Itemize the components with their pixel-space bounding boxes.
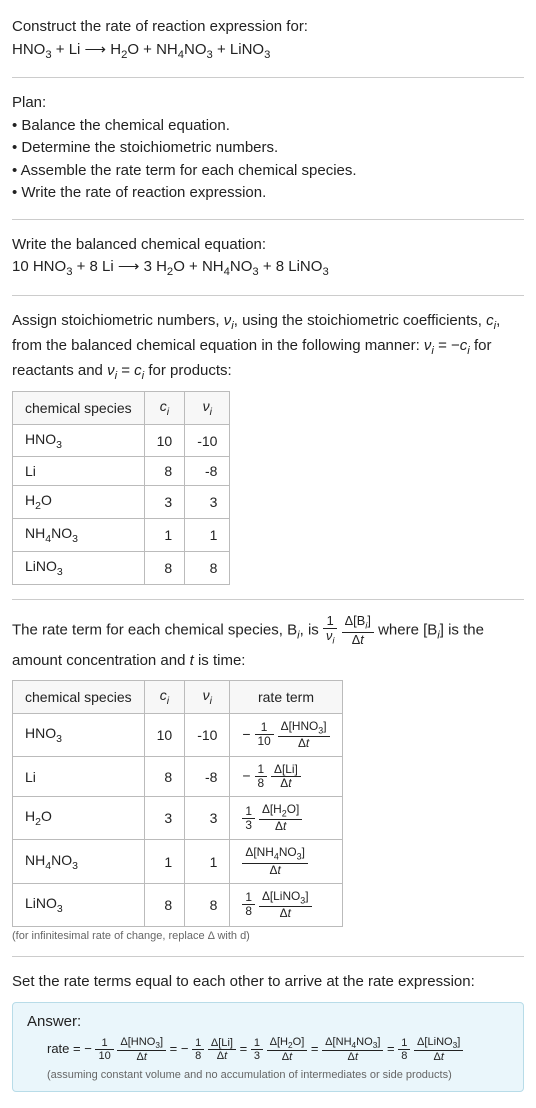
cell-species: H2O — [13, 797, 145, 840]
plan-item: • Assemble the rate term for each chemic… — [12, 160, 524, 183]
col-nu: νi — [185, 680, 230, 713]
cell-c: 10 — [144, 713, 185, 756]
divider — [12, 77, 524, 78]
balanced-equation: 10 HNO3 + 8 Li ⟶ 3 H2O + NH4NO3 + 8 LiNO… — [12, 256, 524, 281]
plan-item: • Balance the chemical equation. — [12, 115, 524, 138]
rate-prefix: rate = — [47, 1041, 84, 1056]
plan-section: Plan: • Balance the chemical equation. •… — [12, 84, 524, 213]
rate-expression: rate = − 110 Δ[HNO3]Δt = − 18 Δ[Li]Δt = … — [27, 1036, 509, 1063]
cell-species: LiNO3 — [13, 552, 145, 585]
cell-c: 1 — [144, 840, 185, 883]
cell-c: 8 — [144, 883, 185, 926]
answer-box: Answer: rate = − 110 Δ[HNO3]Δt = − 18 Δ[… — [12, 1002, 524, 1092]
cell-species: Li — [13, 457, 145, 486]
cell-nu: 1 — [185, 519, 230, 552]
header-title: Construct the rate of reaction expressio… — [12, 16, 524, 39]
rate-term-section: The rate term for each chemical species,… — [12, 606, 524, 950]
divider — [12, 295, 524, 296]
text: for products: — [144, 362, 232, 379]
rate-term-intro: The rate term for each chemical species,… — [12, 614, 524, 674]
balanced-section: Write the balanced chemical equation: 10… — [12, 226, 524, 289]
cell-rate: 13 Δ[H2O]Δt — [230, 797, 342, 840]
cell-nu: 8 — [185, 552, 230, 585]
rate-term-note: (for infinitesimal rate of change, repla… — [12, 930, 524, 942]
rate-term-table: chemical species ci νi rate term HNO3 10… — [12, 680, 343, 927]
text: Assign stoichiometric numbers, — [12, 312, 224, 329]
cell-nu: -8 — [185, 457, 230, 486]
header-equation: HNO3 + Li ⟶ H2O + NH4NO3 + LiNO3 — [12, 39, 524, 64]
cell-c: 3 — [144, 486, 185, 519]
stoich-table: chemical species ci νi HNO3 10 -10 Li 8 … — [12, 391, 230, 585]
text: where [B — [378, 621, 437, 638]
cell-c: 3 — [144, 797, 185, 840]
stoich-intro: Assign stoichiometric numbers, νi, using… — [12, 310, 524, 385]
plan-item: • Write the rate of reaction expression. — [12, 182, 524, 205]
cell-nu: 8 — [185, 883, 230, 926]
divider — [12, 599, 524, 600]
col-rate: rate term — [230, 680, 342, 713]
cell-rate: − 18 Δ[Li]Δt — [230, 757, 342, 797]
cell-species: NH4NO3 — [13, 840, 145, 883]
cell-species: HNO3 — [13, 424, 145, 457]
table-row: HNO3 10 -10 — [13, 424, 230, 457]
table-row: HNO3 10 -10 − 110 Δ[HNO3]Δt — [13, 713, 343, 756]
text: The rate term for each chemical species,… — [12, 621, 297, 638]
table-row: NH4NO3 1 1 — [13, 519, 230, 552]
answer-label: Answer: — [27, 1013, 509, 1030]
cell-species: Li — [13, 757, 145, 797]
cell-species: HNO3 — [13, 713, 145, 756]
col-c: ci — [144, 680, 185, 713]
plan-item: • Determine the stoichiometric numbers. — [12, 137, 524, 160]
table-header-row: chemical species ci νi rate term — [13, 680, 343, 713]
cell-nu: 3 — [185, 797, 230, 840]
cell-rate: 18 Δ[LiNO3]Δt — [230, 883, 342, 926]
cell-c: 8 — [144, 757, 185, 797]
table-row: Li 8 -8 − 18 Δ[Li]Δt — [13, 757, 343, 797]
col-c: ci — [144, 391, 185, 424]
table-row: H2O 3 3 — [13, 486, 230, 519]
col-species: chemical species — [13, 391, 145, 424]
text: , using the stoichiometric coefficients, — [234, 312, 486, 329]
balanced-title: Write the balanced chemical equation: — [12, 234, 524, 257]
final-title: Set the rate terms equal to each other t… — [12, 971, 524, 994]
cell-nu: 1 — [185, 840, 230, 883]
cell-rate: Δ[NH4NO3]Δt — [230, 840, 342, 883]
cell-nu: -10 — [185, 713, 230, 756]
table-row: Li 8 -8 — [13, 457, 230, 486]
cell-species: NH4NO3 — [13, 519, 145, 552]
divider — [12, 219, 524, 220]
cell-species: H2O — [13, 486, 145, 519]
cell-c: 10 — [144, 424, 185, 457]
cell-species: LiNO3 — [13, 883, 145, 926]
plan-title: Plan: — [12, 92, 524, 115]
cell-c: 8 — [144, 552, 185, 585]
cell-nu: 3 — [185, 486, 230, 519]
divider — [12, 956, 524, 957]
cell-nu: -8 — [185, 757, 230, 797]
stoich-section: Assign stoichiometric numbers, νi , using… — [12, 302, 524, 593]
final-section: Set the rate terms equal to each other t… — [12, 963, 524, 1100]
cell-rate: − 110 Δ[HNO3]Δt — [230, 713, 342, 756]
table-header-row: chemical species ci νi — [13, 391, 230, 424]
answer-note: (assuming constant volume and no accumul… — [27, 1069, 509, 1081]
cell-nu: -10 — [185, 424, 230, 457]
col-nu: νi — [185, 391, 230, 424]
text: , is — [300, 621, 323, 638]
table-row: NH4NO3 1 1 Δ[NH4NO3]Δt — [13, 840, 343, 883]
cell-c: 1 — [144, 519, 185, 552]
table-row: LiNO3 8 8 — [13, 552, 230, 585]
cell-c: 8 — [144, 457, 185, 486]
header-section: Construct the rate of reaction expressio… — [12, 8, 524, 71]
table-row: H2O 3 3 13 Δ[H2O]Δt — [13, 797, 343, 840]
table-row: LiNO3 8 8 18 Δ[LiNO3]Δt — [13, 883, 343, 926]
col-species: chemical species — [13, 680, 145, 713]
text: is time: — [194, 652, 246, 669]
